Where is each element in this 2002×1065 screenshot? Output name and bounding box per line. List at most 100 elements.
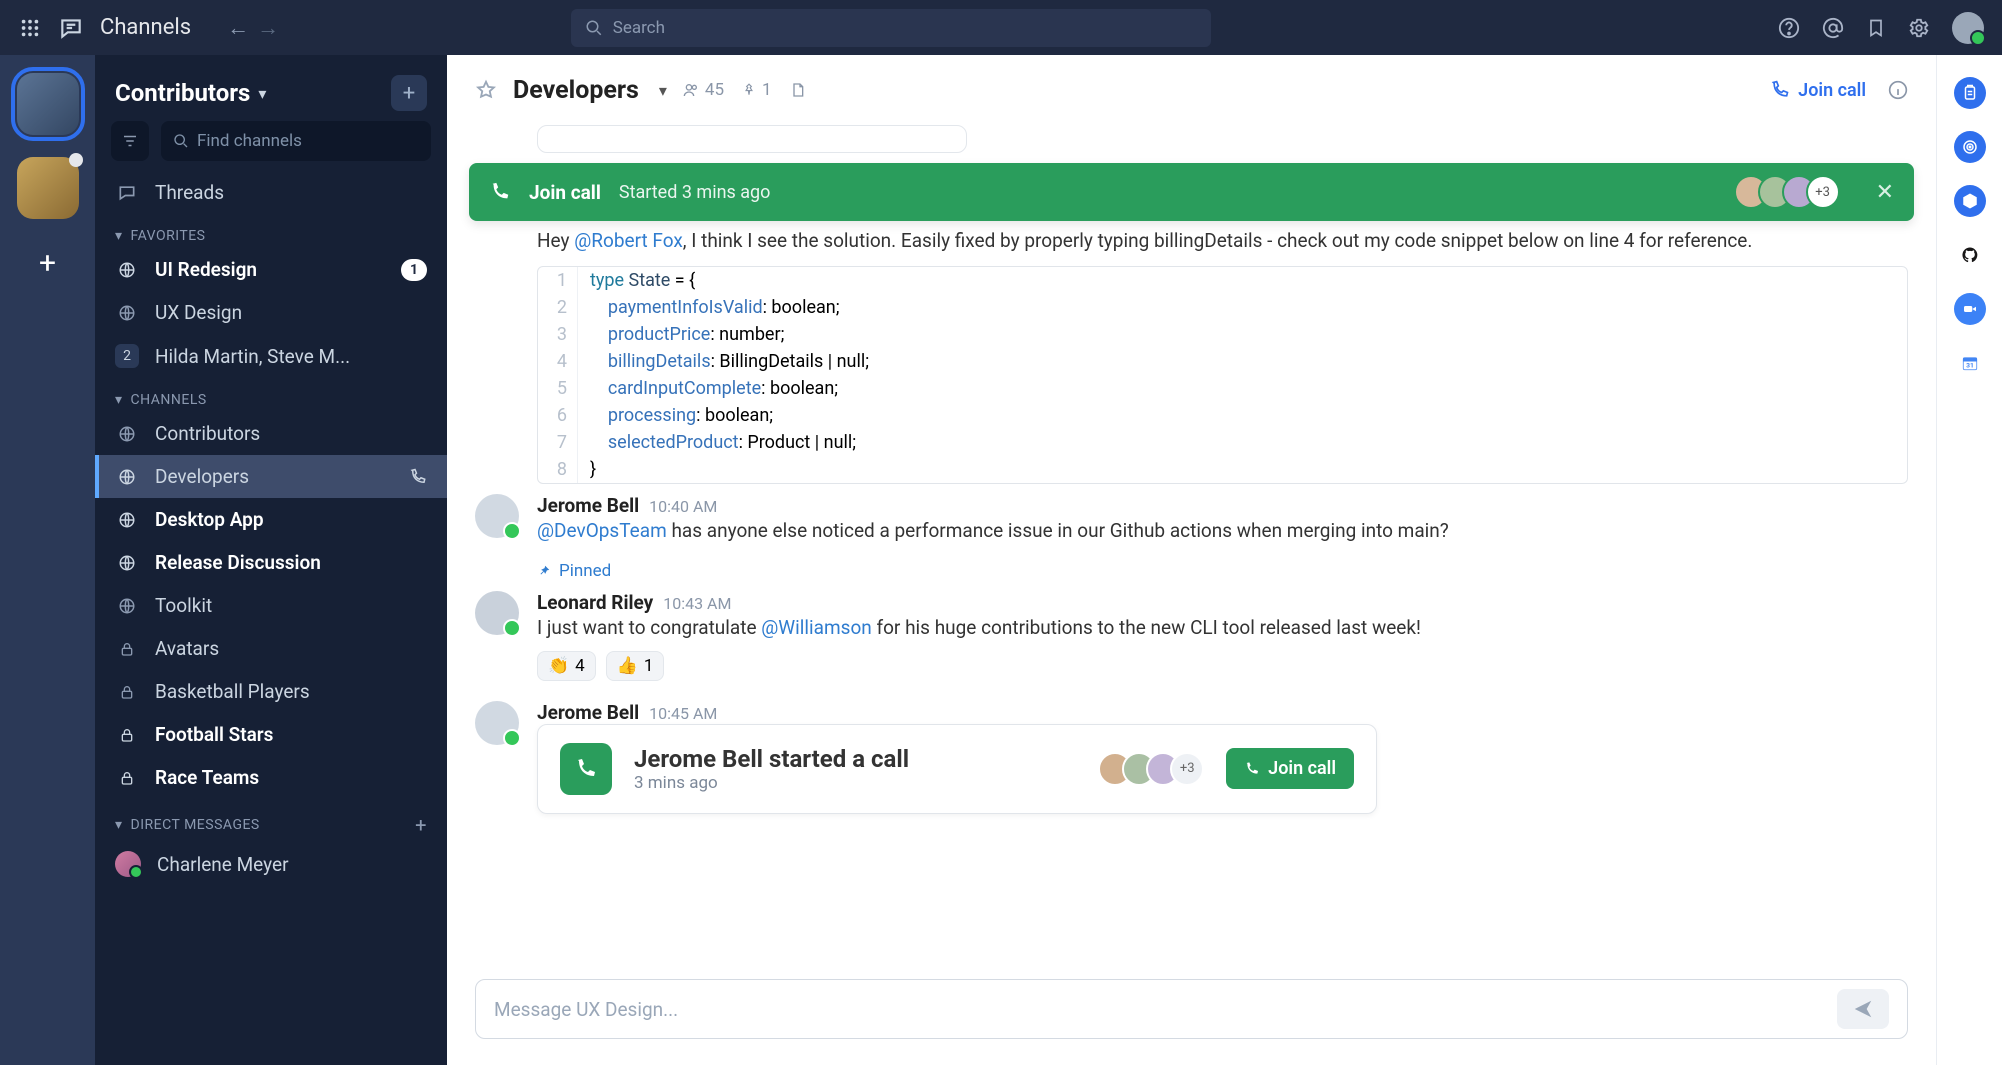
members-icon (683, 82, 699, 98)
sidebar-item-toolkit[interactable]: Toolkit (95, 584, 447, 627)
global-search[interactable] (571, 9, 1211, 47)
sidebar-item-race[interactable]: Race Teams (95, 756, 447, 799)
join-call-button[interactable]: Join call (1226, 748, 1354, 789)
globe-icon (115, 304, 139, 322)
sidebar-item-contributors[interactable]: Contributors (95, 412, 447, 455)
sidebar-item-avatars[interactable]: Avatars (95, 627, 447, 670)
create-channel-button[interactable]: + (391, 75, 427, 111)
chevron-down-icon[interactable]: ▾ (258, 84, 266, 103)
sidebar-item-desktop-app[interactable]: Desktop App (95, 498, 447, 541)
workspace-name[interactable]: Contributors (115, 79, 250, 107)
settings-icon[interactable] (1908, 17, 1930, 39)
sidebar-item-label: Hilda Martin, Steve M... (155, 345, 350, 368)
mention[interactable]: @Williamson (761, 616, 872, 639)
app-title: Channels (100, 15, 191, 40)
sidebar-item-label: UX Design (155, 301, 242, 324)
section-channels[interactable]: ▾CHANNELS (95, 378, 447, 412)
pinned-indicator[interactable]: Pinned (537, 561, 1908, 581)
nav-back-icon[interactable]: ← (227, 15, 249, 41)
info-icon[interactable] (1888, 80, 1908, 100)
call-banner-label: Join call (529, 181, 601, 204)
channels-icon[interactable] (58, 15, 84, 41)
avatar[interactable] (475, 701, 519, 745)
bookmark-icon[interactable] (1866, 17, 1886, 39)
file-icon[interactable] (790, 81, 806, 99)
close-icon[interactable]: ✕ (1876, 180, 1894, 205)
user-avatar[interactable] (1952, 12, 1984, 44)
search-input[interactable] (613, 18, 1197, 38)
mention[interactable]: @DevOpsTeam (537, 519, 667, 542)
message-composer[interactable] (475, 979, 1908, 1039)
workspace-1[interactable] (17, 73, 79, 135)
pinned-count[interactable]: 1 (742, 80, 772, 100)
mentions-icon[interactable] (1822, 17, 1844, 39)
phone-icon (1244, 761, 1260, 777)
mention[interactable]: @Robert Fox (574, 229, 683, 252)
server-column: + (0, 55, 95, 1065)
unread-badge: 1 (401, 259, 427, 281)
section-favorites[interactable]: ▾FAVORITES (95, 214, 447, 248)
add-workspace-button[interactable]: + (26, 241, 70, 285)
find-channels-box[interactable] (161, 121, 431, 161)
sidebar-item-release[interactable]: Release Discussion (95, 541, 447, 584)
find-channels-input[interactable] (197, 131, 419, 151)
messages-list: Join call Started 3 mins ago +3 ✕ Hey @R… (447, 125, 1936, 961)
message: Leonard Riley10:43 AM I just want to con… (475, 581, 1908, 691)
nav-forward-icon[interactable]: → (257, 15, 279, 41)
globe-icon (115, 597, 139, 615)
help-icon[interactable] (1778, 17, 1800, 39)
sidebar-item-label: Toolkit (155, 594, 212, 617)
dm-avatar (115, 851, 141, 877)
workspace-2[interactable] (17, 157, 79, 219)
sidebar-item-basketball[interactable]: Basketball Players (95, 670, 447, 713)
globe-icon (115, 468, 139, 486)
sidebar-item-ux-design[interactable]: UX Design (95, 291, 447, 334)
threads-item[interactable]: Threads (95, 171, 447, 214)
message: Jerome Bell10:45 AM Jerome Bell started … (475, 691, 1908, 824)
call-avatars: +3 (1108, 752, 1204, 786)
svg-text:31: 31 (1966, 362, 1974, 370)
message-author[interactable]: Jerome Bell (537, 494, 639, 517)
calendar-icon[interactable]: 31 (1954, 347, 1986, 379)
sidebar-item-football[interactable]: Football Stars (95, 713, 447, 756)
globe-icon (115, 554, 139, 572)
avatar[interactable] (475, 494, 519, 538)
channel-header: Developers ▾ 45 1 Join call (447, 55, 1936, 125)
section-dms[interactable]: ▾DIRECT MESSAGES + (95, 799, 447, 841)
sidebar-item-ui-redesign[interactable]: UI Redesign 1 (95, 248, 447, 291)
composer-input[interactable] (494, 998, 1837, 1021)
globe-icon (115, 511, 139, 529)
filter-button[interactable] (111, 121, 149, 161)
lock-icon (115, 640, 139, 658)
github-icon[interactable] (1954, 239, 1986, 271)
clipboard-icon[interactable] (1954, 77, 1986, 109)
box-icon[interactable] (1954, 185, 1986, 217)
dm-charlene[interactable]: Charlene Meyer (95, 841, 447, 887)
reaction[interactable]: 👏4 (537, 651, 596, 681)
message-author[interactable]: Jerome Bell (537, 701, 639, 724)
target-icon[interactable] (1954, 131, 1986, 163)
sidebar-item-group-dm[interactable]: 2 Hilda Martin, Steve M... (95, 334, 447, 378)
search-icon (173, 133, 189, 149)
reaction[interactable]: 👍1 (606, 651, 665, 681)
star-icon[interactable] (475, 79, 497, 101)
chevron-down-icon[interactable]: ▾ (659, 81, 667, 100)
call-banner[interactable]: Join call Started 3 mins ago +3 ✕ (469, 163, 1914, 221)
avatar[interactable] (475, 591, 519, 635)
call-subtitle: 3 mins ago (634, 773, 909, 793)
members-count[interactable]: 45 (683, 80, 724, 100)
message-text: Hey @Robert Fox, I think I see the solut… (537, 227, 1908, 256)
send-icon (1852, 998, 1874, 1020)
channel-stats: 45 1 (683, 80, 806, 100)
send-button[interactable] (1837, 989, 1889, 1029)
apps-icon[interactable] (18, 16, 42, 40)
join-call-link[interactable]: Join call (1770, 80, 1866, 101)
message-time: 10:43 AM (663, 594, 731, 613)
add-dm-icon[interactable]: + (415, 813, 427, 837)
message-author[interactable]: Leonard Riley (537, 591, 653, 614)
channel-name[interactable]: Developers (513, 76, 639, 105)
zoom-icon[interactable] (1954, 293, 1986, 325)
pin-icon (742, 82, 756, 98)
sidebar: Contributors ▾ + Threads ▾FAVORITES UI R… (95, 55, 447, 1065)
sidebar-item-developers[interactable]: Developers (95, 455, 447, 498)
